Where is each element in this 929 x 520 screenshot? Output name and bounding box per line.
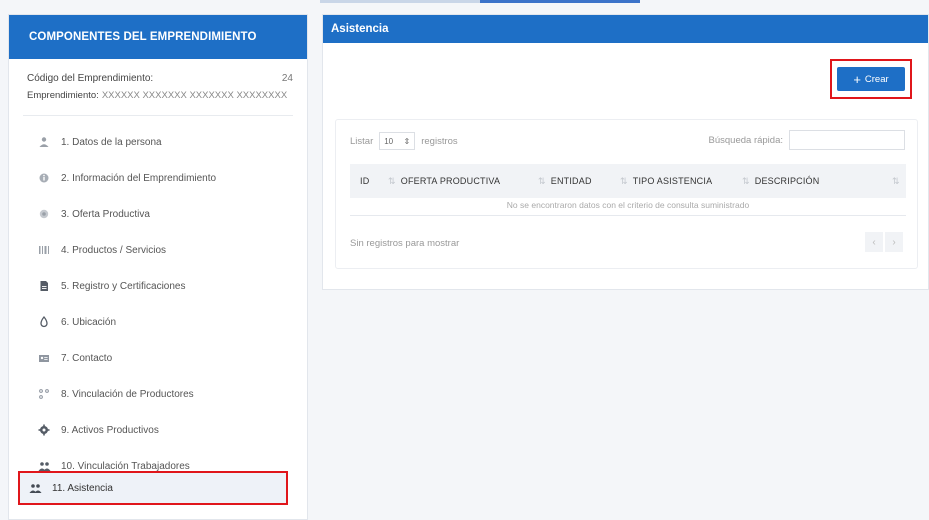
column-tipo-asistencia[interactable]: ⇅ TIPO ASISTENCIA [620,176,742,187]
menu-item-label: 3. Oferta Productiva [61,208,150,220]
menu-item-label: 8. Vinculación de Productores [61,388,194,400]
emprendimiento-label: Emprendimiento: [27,89,99,101]
menu-item-label: 5. Registro y Certificaciones [61,280,186,292]
page-size-control: Listar 10 ⇕ registros [350,132,458,150]
column-entidad[interactable]: ⇅ ENTIDAD [538,176,620,187]
menu-item-label: 11. Asistencia [52,482,113,494]
menu-item-vinculacion-productores[interactable]: 8. Vinculación de Productores [21,376,307,412]
quick-search: Búsqueda rápida: [709,130,905,150]
top-progress-accent [480,0,640,3]
components-menu: 1. Datos de la persona 2. Información de… [9,124,307,484]
contact-card-icon [37,351,51,365]
crear-label: Crear [864,73,889,85]
asistencia-table-card: Listar 10 ⇕ registros Búsqueda rápida: I… [335,119,918,269]
sort-icon: ⇅ [620,175,628,186]
asistencia-panel-header: Asistencia [323,15,928,43]
select-arrows-icon: ⇕ [403,136,411,146]
barcode-icon [37,243,51,257]
plus-icon: + [853,71,861,87]
document-icon [37,279,51,293]
offer-icon [37,207,51,221]
menu-item-label: 2. Información del Emprendimiento [61,172,217,184]
table-info: Sin registros para mostrar [350,238,460,249]
column-label: DESCRIPCIÓN [754,176,820,186]
gear-icon [37,423,51,437]
menu-item-label: 4. Productos / Servicios [61,244,167,256]
asistencia-panel: Asistencia + Crear Listar 10 ⇕ registros… [322,14,929,290]
search-label: Búsqueda rápida: [708,134,783,146]
top-progress-line [320,0,640,3]
codigo-row: Código del Emprendimiento: 24 [27,69,293,87]
column-descripcion[interactable]: ⇅ DESCRIPCIÓN [742,176,892,187]
emprendimiento-row: Emprendimiento: XXXXXX XXXXXXX XXXXXXX X… [27,87,293,103]
column-oferta-productiva[interactable]: ⇅ OFERTA PRODUCTIVA [372,176,538,187]
column-label: ENTIDAD [550,176,592,186]
menu-item-productos[interactable]: 4. Productos / Servicios [21,232,307,268]
network-icon [37,387,51,401]
menu-item-oferta[interactable]: 3. Oferta Productiva [21,196,307,232]
column-label: OFERTA PRODUCTIVA [400,176,501,186]
page-size-value: 10 [384,136,394,146]
menu-item-asistencia[interactable]: 11. Asistencia [18,471,288,505]
page-size-select[interactable]: 10 ⇕ [379,132,416,150]
menu-item-label: 1. Datos de la persona [61,136,162,148]
emprendimiento-value: XXXXXX XXXXXXX XXXXXXX XXXXXXXX [101,89,288,101]
menu-item-contacto[interactable]: 7. Contacto [21,340,307,376]
table-divider [350,215,906,216]
components-panel-header: COMPONENTES DEL EMPRENDIMIENTO [9,15,307,59]
menu-item-label: 9. Activos Productivos [61,424,159,436]
sort-icon: ⇅ [742,175,750,186]
divider [23,115,293,116]
emprendimiento-info: Código del Emprendimiento: 24 Emprendimi… [9,59,307,103]
codigo-value: 24 [281,72,293,84]
menu-item-label: 7. Contacto [61,352,113,364]
menu-item-datos-persona[interactable]: 1. Datos de la persona [21,124,307,160]
group-icon [28,481,42,495]
menu-item-registro[interactable]: 5. Registro y Certificaciones [21,268,307,304]
location-icon [37,315,51,329]
chevron-left-icon: ‹ [872,236,876,248]
menu-item-label: 10. Vinculación Trabajadores [61,460,190,472]
menu-item-activos[interactable]: 9. Activos Productivos [21,412,307,448]
pagination: ‹ › [863,232,903,252]
info-icon [37,171,51,185]
registros-label: registros [421,135,458,147]
sort-icon: ⇅ [388,175,396,186]
crear-highlight: + Crear [830,59,912,99]
person-icon [37,135,51,149]
column-label: TIPO ASISTENCIA [632,176,713,186]
search-input[interactable] [789,130,905,150]
crear-button[interactable]: + Crear [837,67,905,91]
menu-item-informacion[interactable]: 2. Información del Emprendimiento [21,160,307,196]
next-page-button[interactable]: › [885,232,903,252]
menu-item-label: 6. Ubicación [61,316,117,328]
codigo-label: Código del Emprendimiento: [27,72,154,84]
table-header: ID ⇅ OFERTA PRODUCTIVA ⇅ ENTIDAD ⇅ TIPO … [350,164,906,198]
sort-icon[interactable]: ⇅ [892,176,900,187]
menu-item-ubicacion[interactable]: 6. Ubicación [21,304,307,340]
chevron-right-icon: › [892,236,896,248]
sort-icon: ⇅ [538,175,546,186]
components-panel: COMPONENTES DEL EMPRENDIMIENTO Código de… [8,14,308,520]
column-id[interactable]: ID [350,176,372,186]
previous-page-button[interactable]: ‹ [865,232,883,252]
listar-label: Listar [350,135,374,147]
empty-table-message: No se encontraron datos con el criterio … [506,200,750,210]
column-label: ID [360,176,370,186]
